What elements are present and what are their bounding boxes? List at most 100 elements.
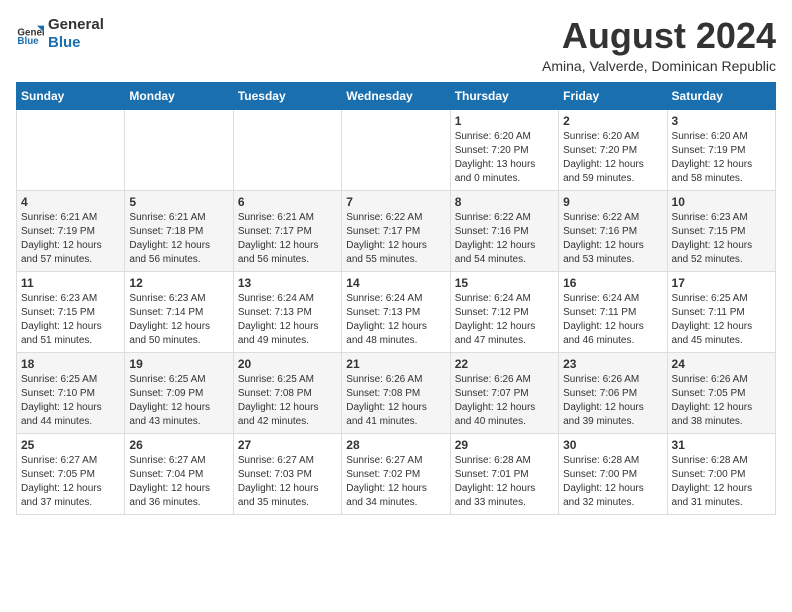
day-info: Sunrise: 6:26 AMSunset: 7:07 PMDaylight:…	[455, 373, 554, 429]
calendar-cell: 20 Sunrise: 6:25 AMSunset: 7:08 PMDayligh…	[233, 352, 341, 433]
calendar-table: SundayMondayTuesdayWednesdayThursdayFrid…	[16, 82, 776, 515]
day-info: Sunrise: 6:20 AMSunset: 7:20 PMDaylight:…	[563, 130, 662, 186]
day-number: 12	[129, 276, 228, 290]
calendar-week-row: 25 Sunrise: 6:27 AMSunset: 7:05 PMDayligh…	[17, 433, 776, 514]
day-number: 30	[563, 438, 662, 452]
day-info: Sunrise: 6:25 AMSunset: 7:11 PMDaylight:…	[672, 292, 771, 348]
logo-text-general: General	[48, 16, 104, 34]
weekday-header-wednesday: Wednesday	[342, 82, 450, 109]
weekday-header-row: SundayMondayTuesdayWednesdayThursdayFrid…	[17, 82, 776, 109]
day-number: 13	[238, 276, 337, 290]
day-number: 10	[672, 195, 771, 209]
calendar-cell: 28 Sunrise: 6:27 AMSunset: 7:02 PMDayligh…	[342, 433, 450, 514]
weekday-header-tuesday: Tuesday	[233, 82, 341, 109]
day-info: Sunrise: 6:20 AMSunset: 7:19 PMDaylight:…	[672, 130, 771, 186]
day-info: Sunrise: 6:20 AMSunset: 7:20 PMDaylight:…	[455, 130, 554, 186]
day-number: 23	[563, 357, 662, 371]
weekday-header-monday: Monday	[125, 82, 233, 109]
calendar-cell: 10 Sunrise: 6:23 AMSunset: 7:15 PMDayligh…	[667, 190, 775, 271]
day-info: Sunrise: 6:27 AMSunset: 7:02 PMDaylight:…	[346, 454, 445, 510]
day-number: 25	[21, 438, 120, 452]
day-number: 1	[455, 114, 554, 128]
calendar-cell: 31 Sunrise: 6:28 AMSunset: 7:00 PMDayligh…	[667, 433, 775, 514]
day-info: Sunrise: 6:28 AMSunset: 7:00 PMDaylight:…	[563, 454, 662, 510]
calendar-cell: 9Sunrise: 6:22 AMSunset: 7:16 PMDaylight…	[559, 190, 667, 271]
day-number: 14	[346, 276, 445, 290]
calendar-cell: 23 Sunrise: 6:26 AMSunset: 7:06 PMDayligh…	[559, 352, 667, 433]
day-number: 29	[455, 438, 554, 452]
day-number: 22	[455, 357, 554, 371]
month-year-title: August 2024	[542, 16, 776, 56]
day-info: Sunrise: 6:28 AMSunset: 7:01 PMDaylight:…	[455, 454, 554, 510]
calendar-cell: 18 Sunrise: 6:25 AMSunset: 7:10 PMDayligh…	[17, 352, 125, 433]
calendar-cell	[125, 109, 233, 190]
logo: General Blue General Blue	[16, 16, 104, 52]
calendar-cell: 29 Sunrise: 6:28 AMSunset: 7:01 PMDayligh…	[450, 433, 558, 514]
day-info: Sunrise: 6:23 AMSunset: 7:14 PMDaylight:…	[129, 292, 228, 348]
day-info: Sunrise: 6:26 AMSunset: 7:05 PMDaylight:…	[672, 373, 771, 429]
calendar-cell: 19Sunrise: 6:25 AMSunset: 7:09 PMDayligh…	[125, 352, 233, 433]
svg-text:Blue: Blue	[17, 36, 39, 47]
day-number: 16	[563, 276, 662, 290]
day-number: 18	[21, 357, 120, 371]
day-info: Sunrise: 6:23 AMSunset: 7:15 PMDaylight:…	[672, 211, 771, 267]
calendar-week-row: 11Sunrise: 6:23 AMSunset: 7:15 PMDayligh…	[17, 271, 776, 352]
calendar-cell: 7 Sunrise: 6:22 AMSunset: 7:17 PMDaylight…	[342, 190, 450, 271]
calendar-cell	[17, 109, 125, 190]
location-subtitle: Amina, Valverde, Dominican Republic	[542, 58, 776, 74]
day-info: Sunrise: 6:22 AMSunset: 7:17 PMDaylight:…	[346, 211, 445, 267]
calendar-cell: 2Sunrise: 6:20 AMSunset: 7:20 PMDaylight…	[559, 109, 667, 190]
calendar-cell: 12 Sunrise: 6:23 AMSunset: 7:14 PMDayligh…	[125, 271, 233, 352]
day-number: 20	[238, 357, 337, 371]
day-info: Sunrise: 6:25 AMSunset: 7:08 PMDaylight:…	[238, 373, 337, 429]
day-number: 4	[21, 195, 120, 209]
calendar-cell: 8 Sunrise: 6:22 AMSunset: 7:16 PMDaylight…	[450, 190, 558, 271]
calendar-cell: 26Sunrise: 6:27 AMSunset: 7:04 PMDayligh…	[125, 433, 233, 514]
day-number: 31	[672, 438, 771, 452]
day-info: Sunrise: 6:21 AMSunset: 7:18 PMDaylight:…	[129, 211, 228, 267]
calendar-cell: 3 Sunrise: 6:20 AMSunset: 7:19 PMDaylight…	[667, 109, 775, 190]
calendar-cell: 30 Sunrise: 6:28 AMSunset: 7:00 PMDayligh…	[559, 433, 667, 514]
weekday-header-friday: Friday	[559, 82, 667, 109]
day-number: 17	[672, 276, 771, 290]
logo-icon: General Blue	[16, 20, 44, 48]
day-info: Sunrise: 6:22 AMSunset: 7:16 PMDaylight:…	[455, 211, 554, 267]
day-number: 8	[455, 195, 554, 209]
calendar-cell: 14 Sunrise: 6:24 AMSunset: 7:13 PMDayligh…	[342, 271, 450, 352]
calendar-cell: 13Sunrise: 6:24 AMSunset: 7:13 PMDayligh…	[233, 271, 341, 352]
calendar-cell: 4 Sunrise: 6:21 AMSunset: 7:19 PMDaylight…	[17, 190, 125, 271]
calendar-cell: 22 Sunrise: 6:26 AMSunset: 7:07 PMDayligh…	[450, 352, 558, 433]
day-info: Sunrise: 6:27 AMSunset: 7:04 PMDaylight:…	[129, 454, 228, 510]
title-area: August 2024 Amina, Valverde, Dominican R…	[542, 16, 776, 74]
day-info: Sunrise: 6:27 AMSunset: 7:03 PMDaylight:…	[238, 454, 337, 510]
calendar-cell: 11Sunrise: 6:23 AMSunset: 7:15 PMDayligh…	[17, 271, 125, 352]
calendar-cell: 24 Sunrise: 6:26 AMSunset: 7:05 PMDayligh…	[667, 352, 775, 433]
day-info: Sunrise: 6:26 AMSunset: 7:06 PMDaylight:…	[563, 373, 662, 429]
day-info: Sunrise: 6:24 AMSunset: 7:11 PMDaylight:…	[563, 292, 662, 348]
day-number: 21	[346, 357, 445, 371]
day-info: Sunrise: 6:26 AMSunset: 7:08 PMDaylight:…	[346, 373, 445, 429]
day-number: 6	[238, 195, 337, 209]
day-info: Sunrise: 6:27 AMSunset: 7:05 PMDaylight:…	[21, 454, 120, 510]
day-number: 27	[238, 438, 337, 452]
calendar-cell: 27 Sunrise: 6:27 AMSunset: 7:03 PMDayligh…	[233, 433, 341, 514]
day-info: Sunrise: 6:28 AMSunset: 7:00 PMDaylight:…	[672, 454, 771, 510]
day-number: 28	[346, 438, 445, 452]
day-number: 3	[672, 114, 771, 128]
day-number: 24	[672, 357, 771, 371]
day-number: 7	[346, 195, 445, 209]
day-info: Sunrise: 6:24 AMSunset: 7:13 PMDaylight:…	[346, 292, 445, 348]
calendar-cell: 21 Sunrise: 6:26 AMSunset: 7:08 PMDayligh…	[342, 352, 450, 433]
calendar-cell: 16 Sunrise: 6:24 AMSunset: 7:11 PMDayligh…	[559, 271, 667, 352]
day-number: 11	[21, 276, 120, 290]
weekday-header-sunday: Sunday	[17, 82, 125, 109]
day-info: Sunrise: 6:22 AMSunset: 7:16 PMDaylight:…	[563, 211, 662, 267]
day-info: Sunrise: 6:21 AMSunset: 7:19 PMDaylight:…	[21, 211, 120, 267]
logo-text-blue: Blue	[48, 34, 104, 52]
calendar-week-row: 18 Sunrise: 6:25 AMSunset: 7:10 PMDayligh…	[17, 352, 776, 433]
day-number: 15	[455, 276, 554, 290]
calendar-cell: 25 Sunrise: 6:27 AMSunset: 7:05 PMDayligh…	[17, 433, 125, 514]
day-info: Sunrise: 6:25 AMSunset: 7:10 PMDaylight:…	[21, 373, 120, 429]
calendar-cell	[233, 109, 341, 190]
day-number: 5	[129, 195, 228, 209]
